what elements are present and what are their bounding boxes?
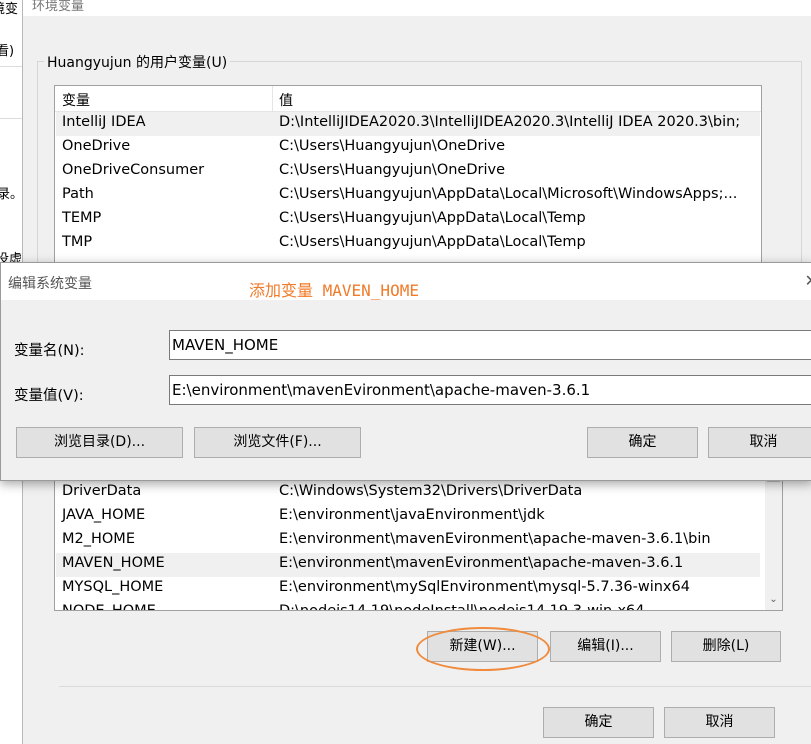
variable-name-input[interactable]: MAVEN_HOME [169, 330, 811, 360]
variable-name: M2_HOME [62, 531, 135, 547]
table-row[interactable]: MYSQL_HOME E:\environment\mySqlEnvironme… [56, 577, 760, 601]
table-row[interactable]: Path C:\Users\Huangyujun\AppData\Local\M… [56, 184, 760, 208]
variable-name: DriverData [62, 483, 142, 499]
variable-name: IntelliJ IDEA [62, 114, 146, 130]
variable-value: E:\environment\javaEnvironment\jdk [279, 507, 545, 523]
user-variables-list[interactable]: 变量 值 IntelliJ IDEA D:\IntelliJIDEA2020.3… [54, 85, 762, 267]
env-dialog-title: 环境变量 [32, 0, 85, 14]
browse-file-button[interactable]: 浏览文件(F)... [194, 427, 361, 458]
table-row[interactable]: OneDriveConsumer C:\Users\Huangyujun\One… [56, 160, 760, 184]
edit-ok-button[interactable]: 确定 [587, 427, 698, 458]
variable-value: C:\Users\Huangyujun\AppData\Local\Temp [279, 234, 586, 250]
variable-name-label: 变量名(N): [14, 343, 85, 359]
table-row[interactable]: TEMP C:\Users\Huangyujun\AppData\Local\T… [56, 208, 760, 232]
background-text: 看) [0, 44, 15, 59]
variable-value: C:\Users\Huangyujun\OneDrive [279, 138, 506, 154]
variable-value: E:\environment\mavenEvironment\apache-ma… [279, 555, 684, 571]
env-dialog-titlebar[interactable]: 环境变量 [23, 0, 811, 16]
edit-dialog-titlebar[interactable]: 编辑系统变量 添加变量 MAVEN_HOME ✕ [1, 263, 811, 300]
table-row[interactable]: TMP C:\Users\Huangyujun\AppData\Local\Te… [56, 232, 760, 256]
variable-value: C:\Windows\System32\Drivers\DriverData [279, 483, 583, 499]
background-text: 境变 [0, 2, 19, 17]
variable-name: NODE_HOME [62, 603, 156, 611]
background-text: 录。 [0, 187, 23, 202]
edit-variable-button[interactable]: 编辑(I)... [550, 631, 661, 662]
variable-name: MAVEN_HOME [62, 555, 165, 571]
variable-name: OneDrive [62, 138, 131, 154]
highlight-oval [416, 627, 550, 671]
table-row[interactable]: OneDrive C:\Users\Huangyujun\OneDrive [56, 136, 760, 160]
variable-value-label: 变量值(V): [14, 388, 84, 404]
variable-name: MYSQL_HOME [62, 579, 164, 595]
variable-value: C:\Users\Huangyujun\OneDrive [279, 162, 506, 178]
table-row[interactable]: IntelliJ IDEA D:\IntelliJIDEA2020.3\Inte… [56, 112, 760, 136]
table-row[interactable]: JAVA_HOME E:\environment\javaEnvironment… [56, 505, 760, 529]
delete-variable-button[interactable]: 删除(L) [671, 631, 781, 662]
column-header-value[interactable]: 值 [279, 90, 293, 110]
variable-name: JAVA_HOME [62, 507, 146, 523]
variable-value-input[interactable]: E:\environment\mavenEvironment\apache-ma… [169, 375, 811, 405]
edit-dialog-title: 编辑系统变量 [8, 276, 92, 292]
close-icon[interactable]: ✕ [805, 271, 811, 290]
variable-value: D:\nodejs14.19\nodeInstall\nodejs14.19.3… [279, 603, 645, 611]
table-row[interactable]: M2_HOME E:\environment\mavenEvironment\a… [56, 529, 760, 553]
table-row-selected[interactable]: MAVEN_HOME E:\environment\mavenEvironmen… [56, 553, 760, 577]
user-variables-label: Huangyujun 的用户变量(U) [44, 52, 231, 72]
column-header-name[interactable]: 变量 [62, 90, 90, 110]
edit-system-variable-dialog: 编辑系统变量 添加变量 MAVEN_HOME ✕ 变量名(N): MAVEN_H… [0, 262, 811, 481]
list-header: 变量 值 [55, 86, 761, 112]
variable-value: D:\IntelliJIDEA2020.3\IntelliJIDEA2020.3… [279, 114, 741, 130]
browse-directory-button[interactable]: 浏览目录(D)... [16, 427, 183, 458]
variable-value: E:\environment\mavenEvironment\apache-ma… [279, 531, 711, 547]
cancel-button[interactable]: 取消 [664, 707, 775, 738]
variable-name: TMP [62, 234, 93, 250]
table-row[interactable]: NODE_HOME D:\nodejs14.19\nodeInstall\nod… [56, 601, 760, 611]
annotation-text: 添加变量 MAVEN_HOME [249, 281, 419, 300]
variable-value: E:\environment\mySqlEnvironment\mysql-5.… [279, 579, 690, 595]
variable-value: C:\Users\Huangyujun\AppData\Local\Temp [279, 210, 586, 226]
ok-button[interactable]: 确定 [543, 707, 654, 738]
variable-value: C:\Users\Huangyujun\AppData\Local\Micros… [279, 186, 738, 202]
variable-name: OneDriveConsumer [62, 162, 205, 178]
edit-cancel-button[interactable]: 取消 [708, 427, 811, 458]
chevron-down-icon[interactable]: ⌄ [765, 591, 782, 608]
variable-name: TEMP [62, 210, 102, 226]
variable-name: Path [62, 186, 94, 202]
table-row[interactable]: DriverData C:\Windows\System32\Drivers\D… [56, 481, 760, 505]
